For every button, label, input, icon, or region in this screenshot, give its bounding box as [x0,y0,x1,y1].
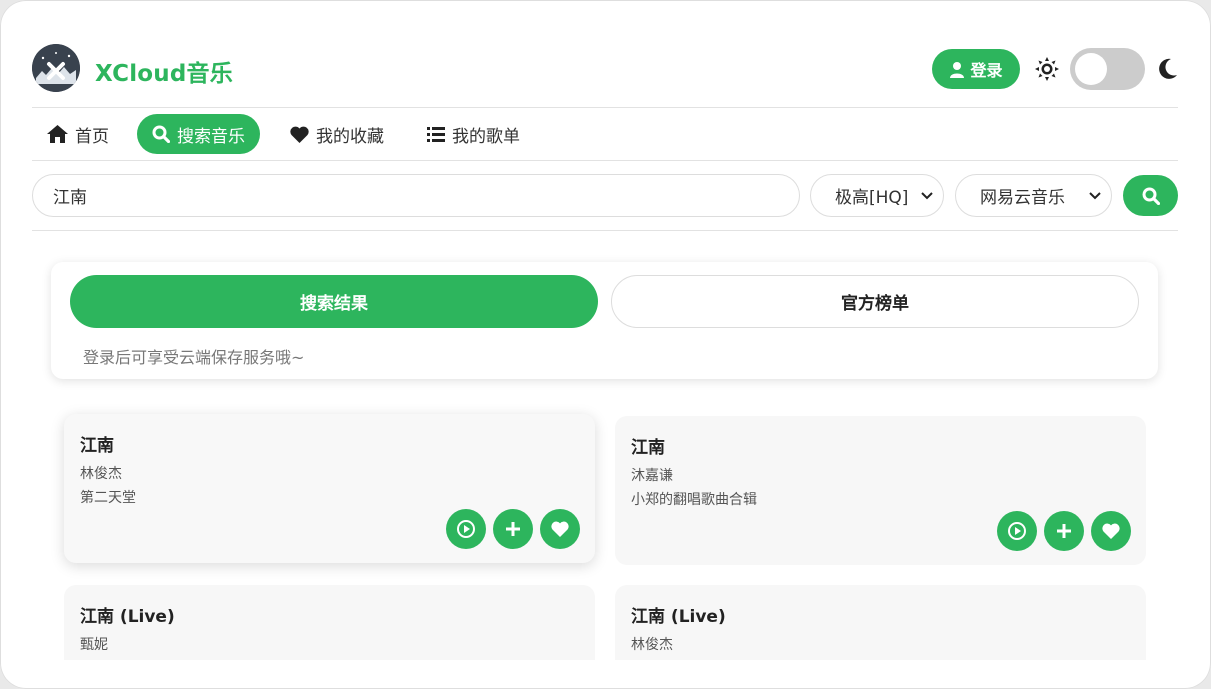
song-artist: 林俊杰 [80,466,122,482]
add-button[interactable] [493,509,533,549]
plus-icon [1057,524,1071,538]
add-button[interactable] [1044,511,1084,551]
plus-icon [506,522,520,536]
song-album: 第二天堂 [80,490,136,506]
song-title: 江南 [631,438,665,458]
song-card[interactable]: 江南 (Live) 林俊杰 [615,585,1146,660]
song-card[interactable]: 江南 林俊杰 第二天堂 [64,414,595,563]
heart-icon [1102,523,1120,539]
favorite-button[interactable] [1091,511,1131,551]
song-artist: 林俊杰 [631,637,673,653]
song-album: 小郑的翻唱歌曲合辑 [631,492,757,508]
heart-icon [551,521,569,537]
song-artist: 甄妮 [80,637,108,653]
song-title: 江南 (Live) [80,607,175,627]
song-actions [446,509,580,549]
play-button[interactable] [997,511,1037,551]
song-title: 江南 [80,436,114,456]
song-card[interactable]: 江南 (Live) 甄妮 [64,585,595,660]
play-icon [1008,522,1026,540]
song-title: 江南 (Live) [631,607,726,627]
play-icon [457,520,475,538]
song-artist: 沐嘉谦 [631,468,673,484]
play-button[interactable] [446,509,486,549]
song-actions [997,511,1131,551]
favorite-button[interactable] [540,509,580,549]
song-results: 江南 林俊杰 第二天堂 江南 沐嘉谦 小郑的翻唱歌曲合辑 江南 (Live) 甄… [0,0,1211,660]
song-card[interactable]: 江南 沐嘉谦 小郑的翻唱歌曲合辑 [615,416,1146,565]
app-window: XCloud音乐 登录 首页 搜索音乐 我的收藏 我的歌单 江南 极高[HQ] … [0,0,1211,689]
